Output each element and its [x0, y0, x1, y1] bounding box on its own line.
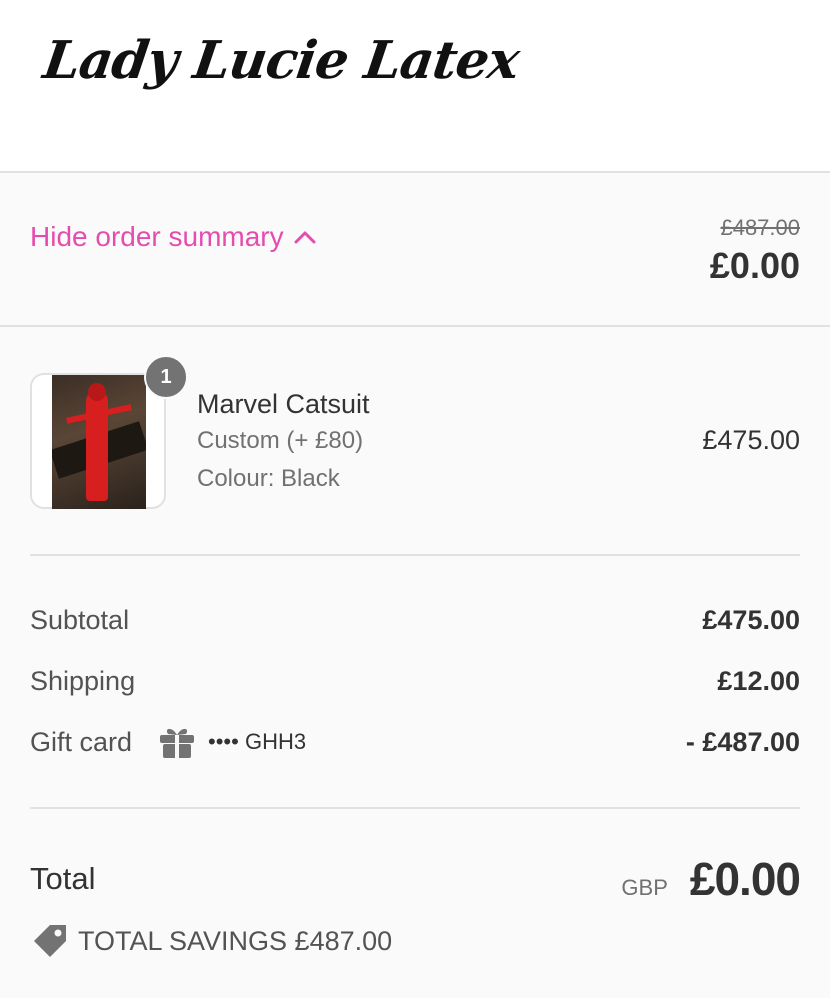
product-image	[52, 375, 146, 509]
order-summary-toggle-bar[interactable]: Hide order summary £487.00 £0.00	[0, 173, 830, 327]
total-label: Total	[30, 861, 96, 896]
total-row: Total GBP £0.00	[30, 847, 801, 911]
gift-card-info: Gift card •••• GHH3	[30, 724, 306, 760]
currency-code: GBP	[621, 875, 668, 900]
store-logo[interactable]: Lady Lucie Latex	[40, 30, 523, 91]
product-variant: Custom (+ £80)	[197, 427, 364, 454]
site-header: Lady Lucie Latex	[0, 0, 830, 173]
subtotal-row: Subtotal £475.00	[30, 600, 800, 640]
total-amount: £0.00	[689, 853, 801, 905]
shipping-row: Shipping £12.00	[30, 661, 800, 701]
divider	[30, 807, 800, 809]
total-savings: TOTAL SAVINGS £487.00	[30, 921, 392, 961]
product-thumbnail: 1	[30, 355, 188, 509]
product-colour: Colour: Black	[197, 465, 340, 492]
total-savings-text: TOTAL SAVINGS £487.00	[78, 925, 393, 956]
subtotal-value: £475.00	[702, 604, 800, 635]
summary-total: £0.00	[709, 245, 800, 286]
gift-icon	[160, 728, 195, 758]
shipping-value: £12.00	[717, 665, 800, 696]
shipping-label: Shipping	[30, 665, 136, 696]
gift-card-label: Gift card	[30, 726, 133, 757]
tag-icon	[34, 925, 66, 957]
gift-card-code: •••• GHH3	[158, 724, 306, 760]
subtotal-label: Subtotal	[30, 604, 130, 635]
gift-card-value: - £487.00	[685, 726, 800, 757]
product-price: £475.00	[702, 425, 800, 455]
line-item: 1 Marvel Catsuit Custom (+ £80) Colour: …	[30, 355, 800, 511]
chevron-up-icon	[294, 231, 316, 244]
total-amount-group: GBP £0.00	[621, 852, 801, 906]
gift-card-row: Gift card •••• GHH3 - £487.00	[30, 722, 800, 762]
order-summary-panel: 1 Marvel Catsuit Custom (+ £80) Colour: …	[0, 327, 830, 998]
product-name: Marvel Catsuit	[197, 389, 370, 419]
toggle-label: Hide order summary	[30, 221, 284, 252]
quantity-badge: 1	[144, 355, 188, 399]
original-price: £487.00	[720, 215, 800, 240]
divider	[30, 554, 800, 556]
gift-card-masked-code: •••• GHH3	[208, 729, 307, 754]
hide-order-summary-button[interactable]: Hide order summary	[30, 221, 316, 253]
